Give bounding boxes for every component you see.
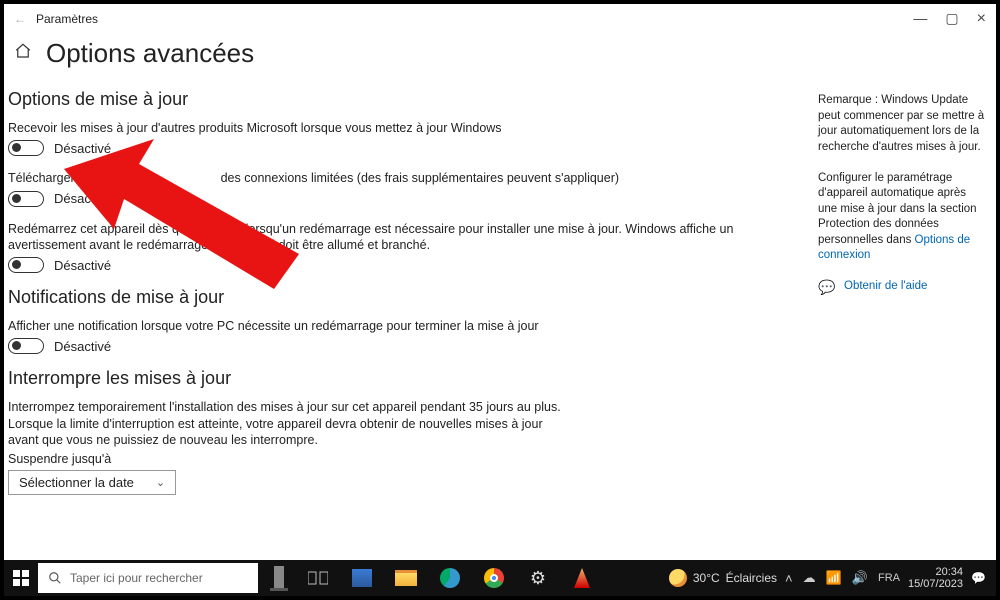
dropdown-value: Sélectionner la date xyxy=(19,475,134,490)
clock-date: 15/07/2023 xyxy=(908,578,963,590)
pause-date-dropdown[interactable]: Sélectionner la date ⌄ xyxy=(8,470,176,495)
onedrive-icon[interactable]: ☁ xyxy=(803,570,816,586)
opt3-desc: Redémarrez cet appareil dès que possible… xyxy=(8,221,798,254)
network-icon[interactable]: 📶 xyxy=(826,570,842,586)
search-placeholder: Taper ici pour rechercher xyxy=(70,571,203,585)
notifications-icon[interactable]: 💬 xyxy=(971,571,986,585)
start-button[interactable] xyxy=(4,560,38,596)
app-name: Paramètres xyxy=(36,12,98,26)
weather-icon xyxy=(669,569,687,587)
help-icon: 💬 xyxy=(818,278,834,297)
system-tray[interactable]: ˄ ☁ 📶 🔊 FRA xyxy=(785,570,900,586)
maximize-button[interactable]: ▢ xyxy=(945,10,958,28)
main-content: Options de mise à jour Recevoir les mise… xyxy=(8,83,818,550)
clock-time: 20:34 xyxy=(936,566,964,578)
opt1-state: Désactivé xyxy=(54,141,111,156)
opt2-desc: Télécharger les mises XXXXXXXXXX des con… xyxy=(8,170,798,186)
home-icon[interactable] xyxy=(14,42,32,65)
opt2-state: Désactivé xyxy=(54,191,111,206)
settings-icon[interactable]: ⚙ xyxy=(518,560,558,596)
suspend-label: Suspendre jusqu'à xyxy=(8,452,798,466)
opt3-toggle[interactable] xyxy=(8,257,44,273)
close-button[interactable]: × xyxy=(977,10,986,28)
tray-chevron-icon[interactable]: ˄ xyxy=(785,571,793,586)
task-view-icon[interactable] xyxy=(298,560,338,596)
back-button[interactable]: ← xyxy=(14,12,26,26)
side-note-1: Remarque : Windows Update peut commencer… xyxy=(818,93,986,155)
notif-toggle[interactable] xyxy=(8,338,44,354)
weather-text: Éclaircies xyxy=(726,571,777,585)
page-header: Options avancées xyxy=(4,34,996,83)
weather-temp: 30°C xyxy=(693,571,720,585)
app-icon-1[interactable] xyxy=(342,560,382,596)
section-notifications: Notifications de mise à jour xyxy=(8,287,798,308)
language-indicator[interactable]: FRA xyxy=(878,572,900,584)
notif-state: Désactivé xyxy=(54,339,111,354)
notif-desc: Afficher une notification lorsque votre … xyxy=(8,318,798,334)
chrome-icon[interactable] xyxy=(474,560,514,596)
cortana-icon[interactable] xyxy=(264,563,294,593)
opt1-toggle[interactable] xyxy=(8,140,44,156)
edge-icon[interactable] xyxy=(430,560,470,596)
chevron-down-icon: ⌄ xyxy=(156,476,165,489)
opt2-toggle[interactable] xyxy=(8,191,44,207)
file-explorer-icon[interactable] xyxy=(386,560,426,596)
taskbar-clock[interactable]: 20:34 15/07/2023 xyxy=(908,566,963,590)
page-title: Options avancées xyxy=(46,38,254,69)
section-pause: Interrompre les mises à jour xyxy=(8,368,798,389)
side-panel: Remarque : Windows Update peut commencer… xyxy=(818,83,986,550)
search-icon xyxy=(48,571,62,585)
side-note-2: Configurer le paramétrage d'appareil aut… xyxy=(818,171,986,264)
app-icon-2[interactable] xyxy=(562,560,602,596)
minimize-button[interactable]: — xyxy=(913,10,927,28)
section-update-options: Options de mise à jour xyxy=(8,89,798,110)
pause-desc: Interrompez temporairement l'installatio… xyxy=(8,399,568,448)
weather-widget[interactable]: 30°C Éclaircies xyxy=(669,569,777,587)
opt3-state: Désactivé xyxy=(54,258,111,273)
opt1-desc: Recevoir les mises à jour d'autres produ… xyxy=(8,120,798,136)
get-help-link[interactable]: Obtenir de l'aide xyxy=(844,279,927,295)
volume-icon[interactable]: 🔊 xyxy=(852,570,868,586)
taskbar-search[interactable]: Taper ici pour rechercher xyxy=(38,563,258,593)
taskbar: Taper ici pour rechercher ⚙ 30°C Éclairc… xyxy=(4,560,996,596)
titlebar: ← Paramètres — ▢ × xyxy=(4,4,996,34)
